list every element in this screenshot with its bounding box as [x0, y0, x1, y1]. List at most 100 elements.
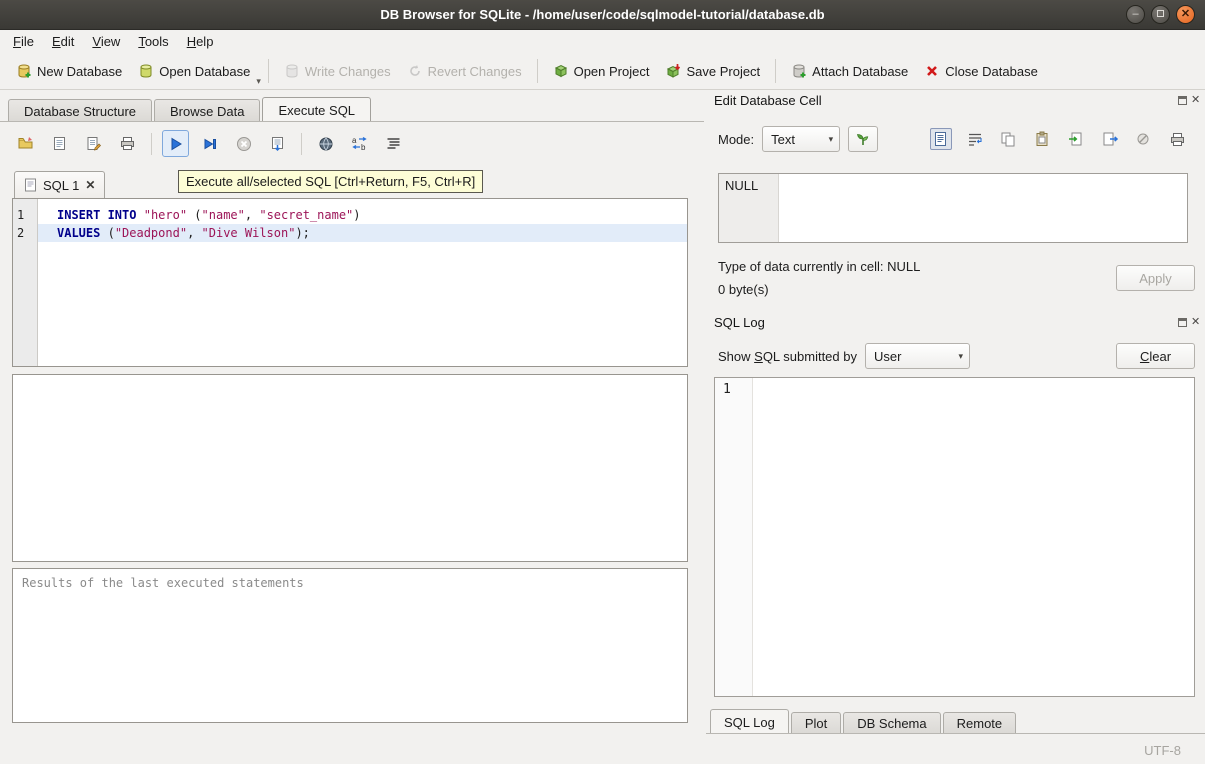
open-database-button[interactable]: Open Database	[130, 59, 258, 83]
text-view-button[interactable]	[930, 128, 952, 150]
execute-all-button[interactable]	[162, 130, 189, 157]
window-title: DB Browser for SQLite - /home/user/code/…	[380, 7, 824, 22]
open-sql-file-button[interactable]	[12, 130, 39, 157]
close-database-icon	[924, 63, 940, 79]
code-token-plain: );	[295, 226, 309, 240]
menu-edit-label: dit	[61, 34, 75, 49]
toolbar-separator	[301, 133, 302, 155]
code-token-plain: )	[353, 208, 360, 222]
close-button[interactable]: ✕	[1176, 5, 1195, 24]
find-replace-button[interactable]: ab	[346, 130, 373, 157]
toolbar-separator	[268, 59, 269, 83]
new-database-icon	[16, 63, 32, 79]
set-null-button[interactable]	[1133, 128, 1155, 150]
tab-database-structure[interactable]: Database Structure	[8, 99, 152, 122]
save-sql-file-button[interactable]	[46, 130, 73, 157]
tab-remote[interactable]: Remote	[943, 712, 1017, 734]
mode-combobox[interactable]: Text ▾	[762, 126, 840, 152]
results-grid[interactable]	[12, 374, 688, 562]
export-cell-data-button[interactable]	[1099, 128, 1121, 150]
write-changes-button[interactable]: Write Changes	[276, 59, 399, 83]
bottom-tab-pane-border	[706, 733, 1205, 734]
copy-cell-button[interactable]	[998, 128, 1020, 150]
main-toolbar: New Database Open Database ▾ Write Chang…	[0, 53, 1205, 90]
open-project-label: Open Project	[574, 64, 650, 79]
toolbar-separator	[537, 59, 538, 83]
clear-log-button[interactable]: Clear	[1116, 343, 1195, 369]
code-token-string: "Deadpond"	[115, 226, 187, 240]
globe-icon	[318, 136, 334, 152]
menu-tools[interactable]: Tools	[129, 31, 177, 53]
save-project-button[interactable]: Save Project	[657, 59, 768, 83]
tab-db-schema[interactable]: DB Schema	[843, 712, 940, 734]
save-results-button[interactable]	[264, 130, 291, 157]
cell-edit-area[interactable]	[779, 174, 1187, 242]
sql-tab-label: SQL 1	[43, 178, 79, 193]
maximize-button[interactable]	[1151, 5, 1170, 24]
apply-button[interactable]: Apply	[1116, 265, 1195, 291]
format-sql-button[interactable]	[380, 130, 407, 157]
minimize-button[interactable]: –	[1126, 5, 1145, 24]
cell-value-editor[interactable]: NULL	[718, 173, 1188, 243]
log-content-area[interactable]	[753, 378, 1194, 696]
sql-document-tab[interactable]: SQL 1 ✕	[14, 171, 105, 198]
editor-code-area[interactable]: INSERT INTO "hero" ("name", "secret_name…	[38, 199, 687, 366]
code-line[interactable]: VALUES ("Deadpond", "Dive Wilson");	[38, 224, 687, 242]
execute-tooltip: Execute all/selected SQL [Ctrl+Return, F…	[178, 170, 483, 193]
open-database-dropdown-arrow[interactable]: ▾	[256, 76, 261, 89]
code-token-string: "secret_name"	[259, 208, 353, 222]
menu-view[interactable]: View	[83, 31, 129, 53]
sql-editor-toolbar: ab	[12, 130, 407, 157]
log-line-number-gutter: 1	[715, 378, 753, 696]
titlebar[interactable]: DB Browser for SQLite - /home/user/code/…	[0, 0, 1205, 30]
close-panel-icon[interactable]: ✕	[1191, 95, 1200, 106]
float-panel-icon[interactable]	[1178, 96, 1187, 105]
attach-database-button[interactable]: Attach Database	[783, 59, 916, 83]
log-filter-combobox[interactable]: User ▾	[865, 343, 970, 369]
menu-edit[interactable]: Edit	[43, 31, 83, 53]
word-wrap-button[interactable]	[964, 128, 986, 150]
attach-database-icon	[791, 63, 807, 79]
sql-editor[interactable]: 12 INSERT INTO "hero" ("name", "secret_n…	[12, 198, 688, 367]
new-database-button[interactable]: New Database	[8, 59, 130, 83]
close-panel-icon[interactable]: ✕	[1191, 317, 1200, 328]
print-sql-button[interactable]	[114, 130, 141, 157]
sql-tab-close-icon[interactable]: ✕	[85, 178, 95, 192]
auto-switch-mode-button[interactable]	[848, 126, 878, 152]
chevron-down-icon: ▾	[829, 134, 834, 145]
float-panel-icon[interactable]	[1178, 318, 1187, 327]
close-database-button[interactable]: Close Database	[916, 59, 1046, 83]
menu-help[interactable]: Help	[178, 31, 223, 53]
encoding-indicator[interactable]: UTF-8	[1144, 743, 1181, 758]
open-project-button[interactable]: Open Project	[545, 59, 658, 83]
menu-help-label: elp	[196, 34, 213, 49]
save-results-icon	[269, 135, 286, 152]
tab-execute-sql[interactable]: Execute SQL	[262, 97, 371, 122]
toolbar-separator	[775, 59, 776, 83]
execute-line-button[interactable]	[196, 130, 223, 157]
open-sql-log-button[interactable]	[312, 130, 339, 157]
menu-view-mnemonic: V	[92, 34, 100, 49]
tab-plot[interactable]: Plot	[791, 712, 841, 734]
tab-sql-log[interactable]: SQL Log	[710, 709, 789, 734]
import-cell-data-button[interactable]	[1065, 128, 1087, 150]
menu-help-mnemonic: H	[187, 34, 196, 49]
code-token-plain: (	[100, 226, 114, 240]
new-database-label: New Database	[37, 64, 122, 79]
print-cell-button[interactable]	[1166, 128, 1188, 150]
chevron-down-icon: ▾	[958, 351, 963, 362]
code-token-string: "hero"	[144, 208, 187, 222]
code-line[interactable]: INSERT INTO "hero" ("name", "secret_name…	[38, 206, 687, 224]
paste-cell-button[interactable]	[1031, 128, 1053, 150]
statusbar: UTF-8	[0, 735, 1205, 764]
stop-execution-button[interactable]	[230, 130, 257, 157]
maximize-icon	[1157, 10, 1164, 17]
sql-log-view[interactable]: 1	[714, 377, 1195, 697]
menu-view-label: iew	[101, 34, 121, 49]
revert-changes-button[interactable]: Revert Changes	[399, 59, 530, 83]
tab-browse-data[interactable]: Browse Data	[154, 99, 260, 122]
menu-file-mnemonic: F	[13, 34, 21, 49]
menu-file[interactable]: File	[4, 31, 43, 53]
save-sql-as-button[interactable]	[80, 130, 107, 157]
messages-pane[interactable]: Results of the last executed statements	[12, 568, 688, 723]
